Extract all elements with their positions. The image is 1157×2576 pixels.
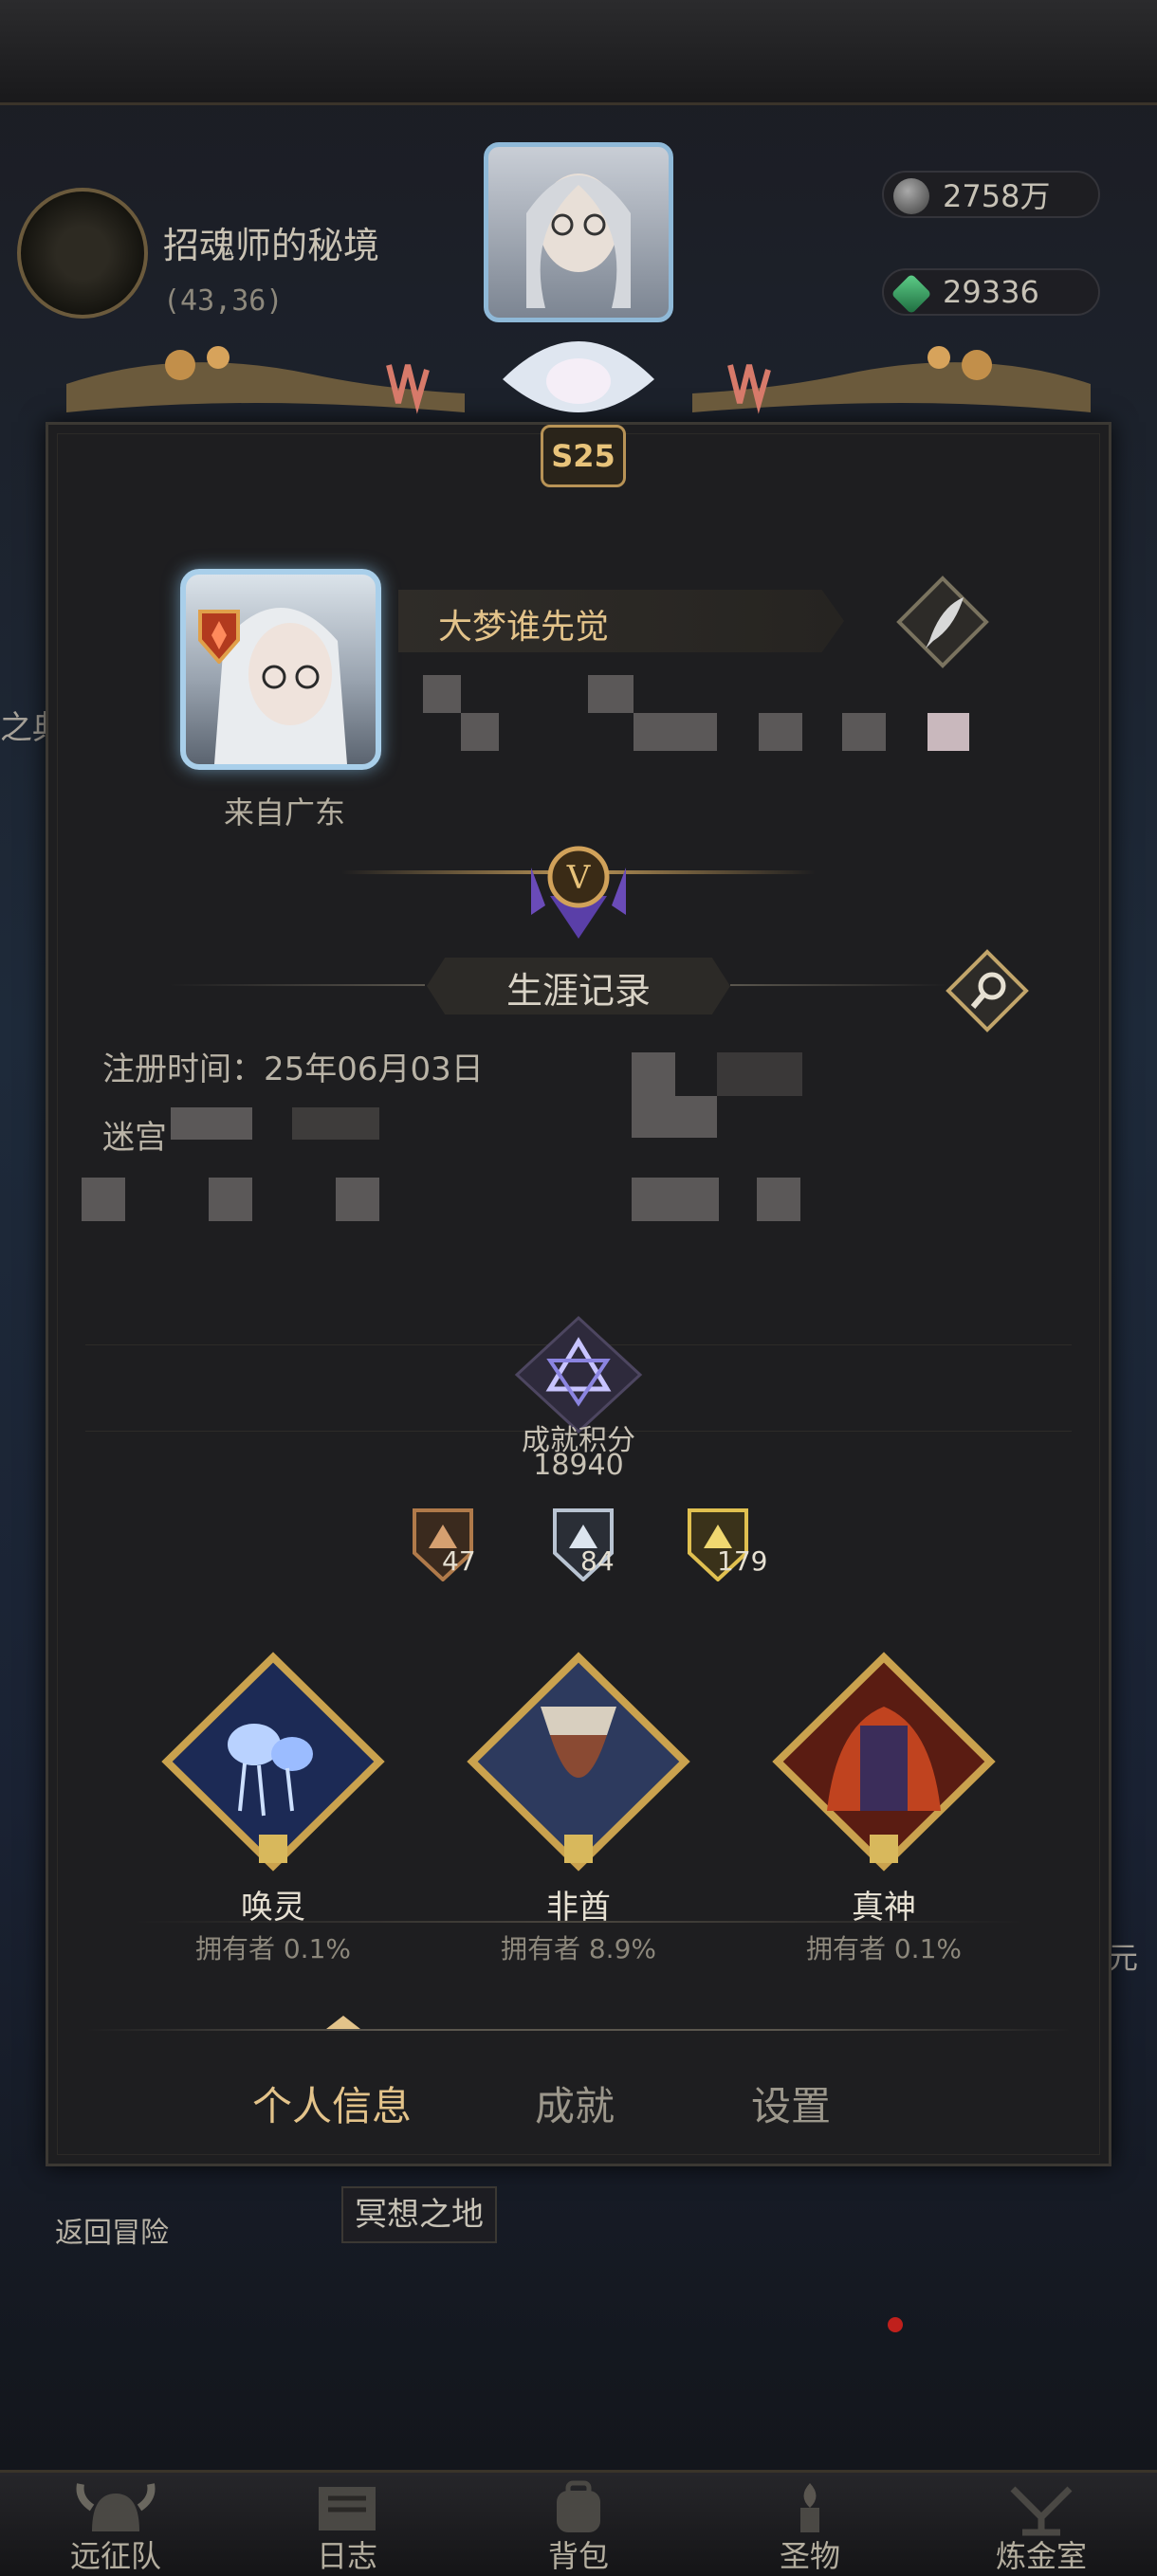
coral-ornament-right-icon	[692, 346, 1091, 414]
career-divider-right	[730, 984, 948, 986]
side-text-right: 元	[1108, 1940, 1139, 1976]
chieftain-badge-icon	[467, 1652, 690, 1872]
gold-medal-count: 179	[717, 1545, 768, 1577]
svg-text:V: V	[566, 859, 592, 897]
resource-silver[interactable]: 2758万	[882, 171, 1100, 218]
redacted-info	[757, 1178, 800, 1221]
portrait-face-icon	[526, 174, 631, 308]
resource-silver-value: 2758万	[943, 178, 1051, 214]
redacted-info	[292, 1107, 379, 1140]
badge-owner-rate: 拥有者 8.9%	[500, 1933, 657, 1964]
nav-label: 背包	[547, 2538, 609, 2574]
redacted-info	[634, 713, 717, 751]
redacted-info	[588, 675, 634, 713]
player-origin: 来自广东	[223, 795, 345, 831]
registration-time: 注册时间：25年06月03日	[102, 1050, 484, 1088]
bronze-medal-count: 47	[442, 1545, 476, 1577]
redacted-info	[632, 1178, 719, 1221]
career-title: 生涯记录	[505, 970, 651, 1012]
green-gem-icon	[891, 273, 932, 315]
nav-expedition[interactable]: 远征队	[0, 2470, 231, 2574]
location-coords: (43,36)	[163, 284, 284, 318]
active-tab-caret-icon	[326, 2016, 360, 2029]
nav-log[interactable]: 日志	[231, 2470, 463, 2574]
redacted-info	[927, 713, 969, 751]
achievement-score: 18940	[533, 1449, 624, 1482]
header-portrait	[484, 142, 673, 322]
redacted-info	[82, 1178, 125, 1221]
redacted-info	[171, 1107, 252, 1140]
viking-helmet-icon	[76, 2483, 156, 2531]
redacted-info	[632, 1096, 717, 1138]
player-name: 大梦谁先觉	[438, 608, 610, 647]
silver-stone-icon	[893, 178, 929, 214]
back-to-adventure-button[interactable]: 返回冒险	[55, 2209, 169, 2251]
player-avatar[interactable]	[180, 569, 381, 770]
notification-dot	[888, 2317, 903, 2332]
nav-alchemy[interactable]: 炼金室	[926, 2470, 1157, 2574]
nav-relics[interactable]: 圣物	[694, 2470, 926, 2574]
redacted-info	[461, 713, 499, 751]
search-icon[interactable]	[945, 948, 1030, 1033]
top-frame	[0, 0, 1157, 105]
redacted-info	[336, 1178, 379, 1221]
tab-personal-info[interactable]: 个人信息	[252, 2074, 412, 2132]
nav-label: 炼金室	[995, 2538, 1087, 2574]
nav-label: 日志	[316, 2538, 377, 2574]
tab-divider	[85, 2029, 1072, 2031]
rank-crest-icon	[198, 610, 240, 664]
career-stat-label: 迷宫	[102, 1119, 167, 1157]
backpack-icon	[557, 2480, 600, 2532]
season-badge: S25	[541, 425, 626, 487]
resource-gem[interactable]: 29336	[882, 268, 1100, 316]
alchemy-icon	[1010, 2486, 1073, 2536]
career-divider-left	[169, 984, 425, 986]
ghost-jellyfish-badge-icon	[161, 1652, 385, 1872]
avatar-face-icon	[214, 608, 347, 764]
scroll-log-icon	[319, 2487, 376, 2530]
badge-separator	[131, 1921, 1026, 1923]
redacted-info	[209, 1178, 252, 1221]
silver-medal-count: 84	[580, 1545, 615, 1577]
coral-ornament-left-icon	[66, 346, 465, 414]
tab-settings[interactable]: 设置	[751, 2074, 831, 2132]
tab-achievements[interactable]: 成就	[535, 2074, 615, 2132]
redacted-info	[423, 675, 461, 713]
nav-label: 远征队	[69, 2538, 161, 2574]
location-emblem-icon	[17, 188, 148, 319]
edit-quill-icon[interactable]	[895, 575, 990, 669]
resource-gem-value: 29336	[943, 274, 1039, 310]
redacted-info	[759, 713, 802, 751]
nav-label: 圣物	[779, 2538, 840, 2574]
badge-owner-rate: 拥有者 0.1%	[805, 1933, 963, 1964]
badge-owner-rate: 拥有者 0.1%	[194, 1933, 352, 1964]
redacted-info	[717, 1052, 802, 1096]
nav-backpack[interactable]: 背包	[463, 2470, 694, 2574]
torch-relic-icon	[800, 2483, 819, 2532]
redacted-info	[632, 1052, 675, 1096]
location-name: 招魂师的秘境	[163, 225, 380, 266]
fire-throne-badge-icon	[772, 1652, 996, 1872]
redacted-info	[842, 713, 886, 751]
meditation-land-button[interactable]: 冥想之地	[341, 2186, 497, 2243]
vip-badge-icon: V	[531, 846, 626, 939]
